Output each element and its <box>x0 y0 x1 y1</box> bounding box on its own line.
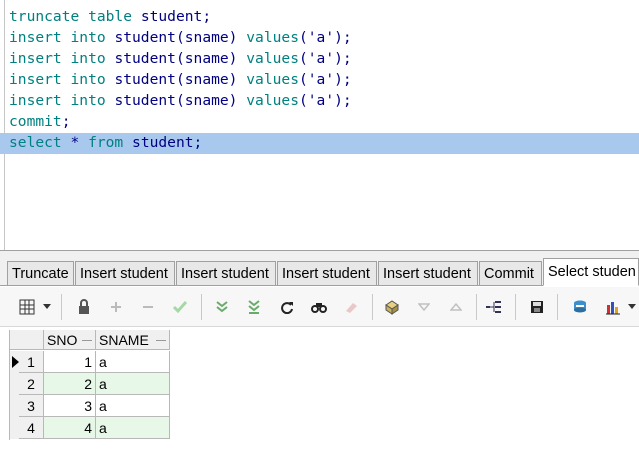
refresh-icon[interactable] <box>276 296 298 318</box>
tab-insert-student-4[interactable]: Insert student <box>378 261 478 285</box>
code-token: student(sname) <box>114 71 238 88</box>
cell-sname[interactable]: a <box>96 351 170 373</box>
code-token: values <box>246 71 299 88</box>
code-token: ('a'); <box>298 71 352 88</box>
code-token: from <box>88 134 124 151</box>
code-line-4[interactable]: insert into student(sname) values('a'); <box>0 70 639 91</box>
row-indicator <box>9 395 19 417</box>
sort-indicator-icon <box>82 340 92 341</box>
code-token: insert into <box>9 50 106 67</box>
pane-splitter[interactable] <box>0 250 639 258</box>
column-header-sno-label: SNO <box>47 332 78 348</box>
fetch-all-icon[interactable] <box>243 296 265 318</box>
lock-icon[interactable] <box>73 296 95 318</box>
row-number[interactable]: 4 <box>19 417 44 439</box>
code-token: commit <box>9 113 62 130</box>
tree-icon[interactable] <box>483 296 505 318</box>
code-token: student(sname) <box>114 29 238 46</box>
code-token: select <box>9 134 62 151</box>
result-grid[interactable]: SNO SNAME 1 1 a 2 2 a 3 3 a 4 4 a <box>0 328 639 464</box>
tab-insert-student-1[interactable]: Insert student <box>75 261 175 285</box>
row-number[interactable]: 3 <box>19 395 44 417</box>
code-token: insert into <box>9 71 106 88</box>
code-line-6[interactable]: commit; <box>0 112 639 133</box>
toolbar-separator <box>476 294 477 320</box>
query-by-example-icon[interactable] <box>381 296 403 318</box>
post-check-icon[interactable] <box>169 296 191 318</box>
cell-sno[interactable]: 3 <box>44 395 96 417</box>
grid-toolbar <box>0 287 639 327</box>
cell-sno[interactable]: 4 <box>44 417 96 439</box>
sort-down-icon[interactable] <box>413 296 435 318</box>
toolbar-separator <box>372 294 373 320</box>
column-header-sno[interactable]: SNO <box>44 330 96 350</box>
tab-insert-student-2[interactable]: Insert student <box>176 261 276 285</box>
code-line-7[interactable]: select * from student; <box>0 133 639 154</box>
code-token: student; <box>140 8 212 25</box>
cell-sno[interactable]: 1 <box>44 351 96 373</box>
code-token: values <box>246 29 299 46</box>
save-icon[interactable] <box>526 296 548 318</box>
result-tabs: Truncate Insert student Insert student I… <box>0 258 639 286</box>
code-token: values <box>246 50 299 67</box>
code-token: insert into <box>9 29 106 46</box>
code-token: ; <box>61 113 71 130</box>
export-icon[interactable] <box>569 296 591 318</box>
grid-left-border <box>9 330 10 440</box>
tab-commit[interactable]: Commit <box>479 261 542 285</box>
dropdown-arrow-icon[interactable] <box>40 296 54 318</box>
tab-truncate[interactable]: Truncate <box>7 261 74 285</box>
row-indicator <box>9 373 19 395</box>
cell-sname[interactable]: a <box>96 395 170 417</box>
sort-up-icon[interactable] <box>445 296 467 318</box>
tab-insert-student-3[interactable]: Insert student <box>277 261 377 285</box>
current-row-indicator-icon <box>9 351 19 373</box>
sort-indicator-icon <box>156 340 166 341</box>
code-token: insert into <box>9 92 106 109</box>
cell-sname[interactable]: a <box>96 373 170 395</box>
row-number[interactable]: 2 <box>19 373 44 395</box>
code-token: truncate table <box>9 8 133 25</box>
code-line-3[interactable]: insert into student(sname) values('a'); <box>0 49 639 70</box>
toolbar-separator <box>557 294 558 320</box>
column-header-sname[interactable]: SNAME <box>96 330 170 350</box>
toolbar-separator <box>515 294 516 320</box>
code-token: ('a'); <box>298 50 352 67</box>
cell-sname[interactable]: a <box>96 417 170 439</box>
find-icon[interactable] <box>308 296 330 318</box>
cell-sno[interactable]: 2 <box>44 373 96 395</box>
row-number[interactable]: 1 <box>19 351 44 373</box>
chart-icon[interactable] <box>603 296 625 318</box>
code-token: student(sname) <box>114 50 238 67</box>
code-token: ('a'); <box>298 29 352 46</box>
code-line-2[interactable]: insert into student(sname) values('a'); <box>0 28 639 49</box>
grid-corner-header <box>9 330 44 350</box>
code-token: * <box>61 134 89 151</box>
code-token: student; <box>132 134 203 151</box>
clear-icon[interactable] <box>340 296 362 318</box>
chart-dropdown-arrow-icon[interactable] <box>626 296 638 318</box>
grid-view-icon[interactable] <box>16 296 38 318</box>
column-header-sname-label: SNAME <box>99 332 149 348</box>
code-line-1[interactable]: truncate table student; <box>0 7 639 28</box>
code-token: student(sname) <box>114 92 238 109</box>
toolbar-separator <box>61 294 62 320</box>
code-line-5[interactable]: insert into student(sname) values('a'); <box>0 91 639 112</box>
add-record-icon[interactable] <box>105 296 127 318</box>
row-indicator <box>9 417 19 439</box>
code-token: ('a'); <box>298 92 352 109</box>
toolbar-separator <box>201 294 202 320</box>
delete-record-icon[interactable] <box>137 296 159 318</box>
code-token: values <box>246 92 299 109</box>
tab-select-student[interactable]: Select studen <box>543 258 639 286</box>
fetch-next-icon[interactable] <box>211 296 233 318</box>
sql-editor[interactable]: truncate table student; insert into stud… <box>0 0 639 250</box>
